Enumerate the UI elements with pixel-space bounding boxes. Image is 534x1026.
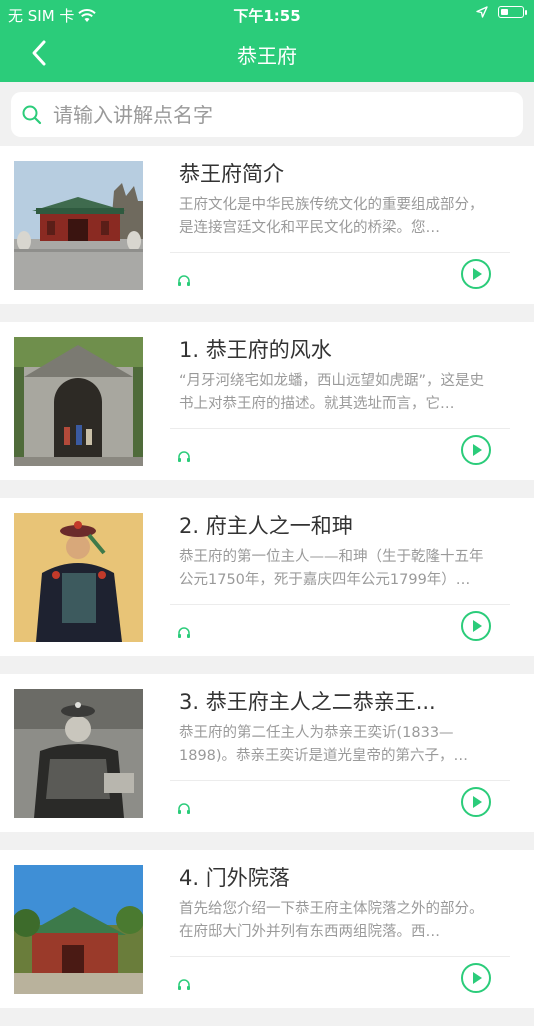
divider (170, 252, 510, 253)
headphone-icon (178, 275, 190, 286)
status-time: 下午1:55 (233, 7, 301, 25)
thumbnail-courtyard (14, 865, 143, 994)
item-description: 恭王府的第二任主人为恭亲王奕䜣(1833—1898)。恭亲王奕䜣是道光皇帝的第六… (179, 725, 469, 764)
list-item[interactable]: 1. 恭王府的风水 “月牙河绕宅如龙蟠，西山远望如虎踞”，这是史书上对恭王府的描… (0, 322, 534, 480)
top-bar: 无 SIM 卡 下午1:55 恭王府 (0, 0, 534, 82)
thumbnail-photo-prince-gong (14, 689, 143, 818)
play-button[interactable] (461, 611, 491, 641)
item-title: 1. 恭王府的风水 (179, 338, 332, 362)
item-title: 2. 府主人之一和珅 (179, 514, 353, 538)
thumbnail-stone-gate (14, 337, 143, 466)
list-item[interactable]: 4. 门外院落 首先给您介绍一下恭王府主体院落之外的部分。在府邸大门外并列有东西… (0, 850, 534, 1008)
battery-icon (498, 6, 527, 18)
list-item[interactable]: 3. 恭王府主人之二恭亲王... 恭王府的第二任主人为恭亲王奕䜣(1833—18… (0, 674, 534, 832)
item-description: “月牙河绕宅如龙蟠，西山远望如虎踞”，这是史书上对恭王府的描述。就其选址而言，它… (179, 373, 485, 412)
headphone-icon (178, 451, 190, 462)
divider (170, 428, 510, 429)
item-description: 首先给您介绍一下恭王府主体院落之外的部分。在府邸大门外并列有东西两组院落。西… (179, 901, 484, 940)
item-title: 恭王府简介 (179, 162, 284, 186)
play-button[interactable] (461, 787, 491, 817)
guide-list: 恭王府简介 王府文化是中华民族传统文化的重要组成部分，是连接宫廷文化和平民文化的… (0, 146, 534, 1026)
status-bar: 无 SIM 卡 下午1:55 (0, 0, 534, 28)
search-bar (0, 82, 534, 146)
play-button[interactable] (461, 259, 491, 289)
search-box[interactable] (11, 92, 523, 137)
location-arrow-icon (476, 6, 488, 18)
play-button[interactable] (461, 435, 491, 465)
headphone-icon (178, 979, 190, 990)
item-title: 3. 恭王府主人之二恭亲王... (179, 690, 436, 714)
list-item[interactable]: 2. 府主人之一和珅 恭王府的第一位主人——和珅（生于乾隆十五年公元1750年，… (0, 498, 534, 656)
thumbnail-palace-gate (14, 161, 143, 290)
list-item[interactable]: 恭王府简介 王府文化是中华民族传统文化的重要组成部分，是连接宫廷文化和平民文化的… (0, 146, 534, 304)
page-title: 恭王府 (237, 44, 297, 68)
thumbnail-portrait-heshen (14, 513, 143, 642)
search-icon (22, 105, 42, 124)
headphone-icon (178, 803, 190, 814)
item-title: 4. 门外院落 (179, 866, 290, 890)
headphone-icon (178, 627, 190, 638)
divider (170, 604, 510, 605)
item-description: 恭王府的第一位主人——和珅（生于乾隆十五年公元1750年，死于嘉庆四年公元179… (179, 549, 484, 588)
search-input[interactable] (51, 101, 495, 128)
divider (170, 956, 510, 957)
divider (170, 780, 510, 781)
item-description: 王府文化是中华民族传统文化的重要组成部分，是连接宫廷文化和平民文化的桥梁。您… (179, 197, 484, 236)
play-button[interactable] (461, 963, 491, 993)
